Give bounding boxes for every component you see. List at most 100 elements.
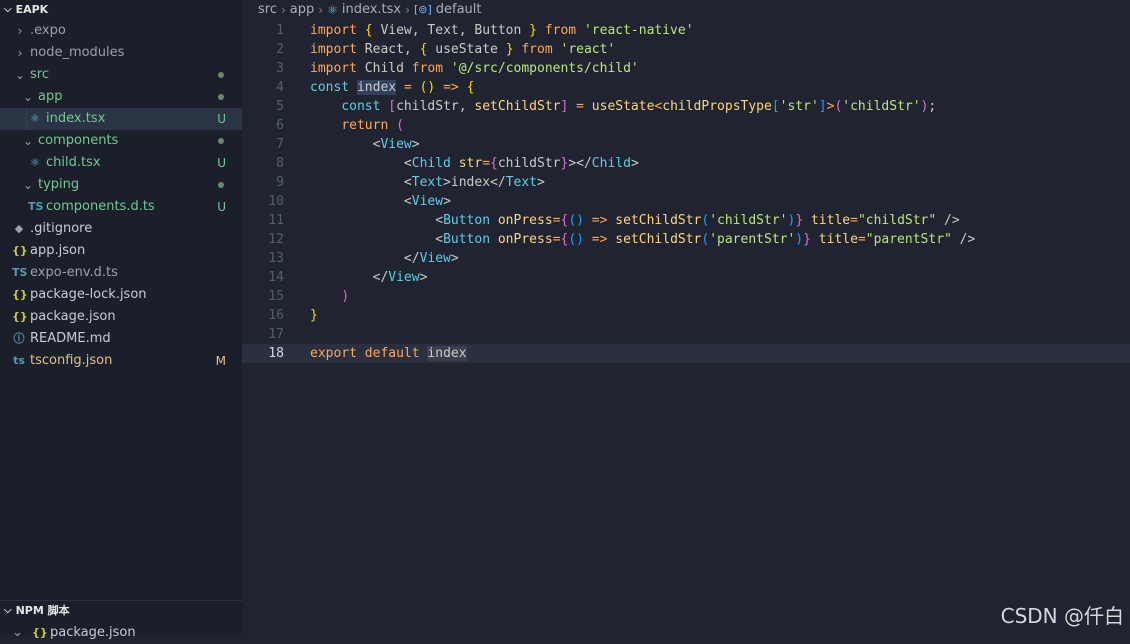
status-dot xyxy=(218,182,224,188)
line-number: 8 xyxy=(276,156,284,171)
code-line: 1 import { View, Text, Button } from 'rea… xyxy=(242,21,1130,40)
explorer-section-header[interactable]: ⌵ EAPK xyxy=(0,0,242,20)
tree-item-label: index.tsx xyxy=(46,111,106,126)
git-status-badge: M xyxy=(215,354,226,368)
code-text: ) xyxy=(341,289,350,304)
status-dot xyxy=(218,138,224,144)
tree-item-app-json[interactable]: {} app.json xyxy=(0,240,242,262)
npm-item-label: package.json xyxy=(50,625,136,640)
tree-item-typing[interactable]: ⌄ typing xyxy=(0,174,242,196)
code-line: 17 xyxy=(242,325,1130,344)
breadcrumb-item[interactable]: default xyxy=(436,0,482,20)
tree-item-label: expo-env.d.ts xyxy=(30,265,118,280)
line-number: 2 xyxy=(276,42,284,57)
git-status-badge: U xyxy=(217,200,226,214)
explorer-title: EAPK xyxy=(15,3,49,16)
code-text: const [childStr, setChildStr] = useState… xyxy=(341,99,937,114)
tree-item-label: src xyxy=(30,67,49,82)
code-line-current: 18 export default index xyxy=(242,344,1130,363)
line-number: 14 xyxy=(268,270,284,285)
chevron-down-icon: ⌄ xyxy=(22,134,34,148)
variable-symbol-icon: [⊚] xyxy=(413,3,432,16)
code-editor[interactable]: src › app › ⚛ index.tsx › [⊚] default 1 i… xyxy=(242,0,1130,635)
tree-item-index-tsx[interactable]: ⚛ index.tsx U xyxy=(0,108,242,130)
code-text: </View> xyxy=(372,270,428,285)
code-text: import Child from '@/src/components/chil… xyxy=(310,61,639,76)
code-line: 14 </View> xyxy=(242,268,1130,287)
tree-item-src[interactable]: ⌄ src xyxy=(0,64,242,86)
chevron-down-icon: ⌵ xyxy=(4,4,12,15)
typescript-file-icon: TS xyxy=(12,266,28,279)
json-file-icon: {} xyxy=(32,626,48,639)
chevron-right-icon: › xyxy=(17,24,23,38)
line-number: 10 xyxy=(268,194,284,209)
code-line: 16} xyxy=(242,306,1130,325)
line-number: 1 xyxy=(276,23,284,38)
code-text: <View> xyxy=(403,194,451,209)
line-number: 6 xyxy=(276,118,284,133)
code-area[interactable]: 1 import { View, Text, Button } from 'rea… xyxy=(242,21,1130,363)
tree-item-readme[interactable]: ⓘ README.md xyxy=(0,328,242,350)
tree-item-node-modules[interactable]: › node_modules xyxy=(0,42,242,64)
code-line: 12 <Button onPress={() => setChildStr('p… xyxy=(242,230,1130,249)
tsconfig-file-icon: ts xyxy=(13,354,25,367)
line-number: 13 xyxy=(268,251,284,266)
tree-item-label: components.d.ts xyxy=(46,199,155,214)
tree-item-label: .gitignore xyxy=(30,221,93,236)
tree-item-label: app xyxy=(38,89,63,104)
breadcrumb-item[interactable]: src xyxy=(258,0,277,20)
npm-package-json-item[interactable]: ⌄ {} package.json xyxy=(0,622,254,644)
tree-item-components[interactable]: ⌄ components xyxy=(0,130,242,152)
react-file-icon: ⚛ xyxy=(30,156,40,169)
chevron-down-icon: ⌵ xyxy=(4,605,12,616)
typescript-file-icon: TS xyxy=(28,200,44,213)
tree-item-tsconfig-json[interactable]: ts tsconfig.json M xyxy=(0,350,242,372)
tree-item-label: package.json xyxy=(30,309,116,324)
chevron-right-icon: › xyxy=(405,3,410,17)
npm-scripts-section-header[interactable]: ⌵ NPM 脚本 xyxy=(0,600,246,621)
tree-item-label: tsconfig.json xyxy=(30,353,113,368)
code-text: import React, { useState } from 'react' xyxy=(310,42,616,57)
chevron-right-icon: › xyxy=(17,46,23,60)
line-number: 5 xyxy=(276,99,284,114)
tree-item-label: app.json xyxy=(30,243,86,258)
chevron-down-icon: ⌄ xyxy=(14,68,26,82)
json-file-icon: {} xyxy=(12,310,28,323)
breadcrumb-item[interactable]: index.tsx xyxy=(342,0,401,20)
code-line: 13 </View> xyxy=(242,249,1130,268)
tree-item-label: child.tsx xyxy=(46,155,101,170)
tree-item-components-d-ts[interactable]: TS components.d.ts U xyxy=(0,196,242,218)
tree-item-app[interactable]: ⌄ app xyxy=(0,86,242,108)
json-file-icon: {} xyxy=(12,244,28,257)
line-number: 15 xyxy=(268,289,284,304)
code-line: 2 import React, { useState } from 'react' xyxy=(242,40,1130,59)
tree-item-expo[interactable]: › .expo xyxy=(0,20,242,42)
breadcrumb-item[interactable]: app xyxy=(290,0,314,20)
code-line: 10 <View> xyxy=(242,192,1130,211)
code-text: const index = () => { xyxy=(310,80,475,95)
json-file-icon: {} xyxy=(12,288,28,301)
chevron-down-icon: ⌄ xyxy=(22,90,34,104)
tree-item-package-lock-json[interactable]: {} package-lock.json xyxy=(0,284,242,306)
react-file-icon: ⚛ xyxy=(327,3,338,17)
chevron-down-icon: ⌄ xyxy=(22,178,34,192)
react-file-icon: ⚛ xyxy=(30,112,40,125)
tree-item-gitignore[interactable]: ◆ .gitignore xyxy=(0,218,242,240)
status-dot xyxy=(218,72,224,78)
tree-item-label: .expo xyxy=(30,23,66,38)
code-line: 9 <Text>index</Text> xyxy=(242,173,1130,192)
line-number: 9 xyxy=(276,175,284,190)
line-number: 17 xyxy=(268,327,284,342)
line-number: 18 xyxy=(268,346,284,361)
tree-item-expo-env-d-ts[interactable]: TS expo-env.d.ts xyxy=(0,262,242,284)
npm-scripts-title: NPM 脚本 xyxy=(15,604,70,617)
code-text: } xyxy=(310,308,318,323)
tree-item-package-json[interactable]: {} package.json xyxy=(0,306,242,328)
code-text: <Child str={childStr}></Child> xyxy=(403,156,639,171)
tree-item-label: README.md xyxy=(30,331,111,346)
git-status-badge: U xyxy=(217,112,226,126)
tree-item-child-tsx[interactable]: ⚛ child.tsx U xyxy=(0,152,242,174)
code-text: export default index xyxy=(310,346,467,361)
code-text: import { View, Text, Button } from 'reac… xyxy=(310,23,694,38)
code-line: 11 <Button onPress={() => setChildStr('c… xyxy=(242,211,1130,230)
